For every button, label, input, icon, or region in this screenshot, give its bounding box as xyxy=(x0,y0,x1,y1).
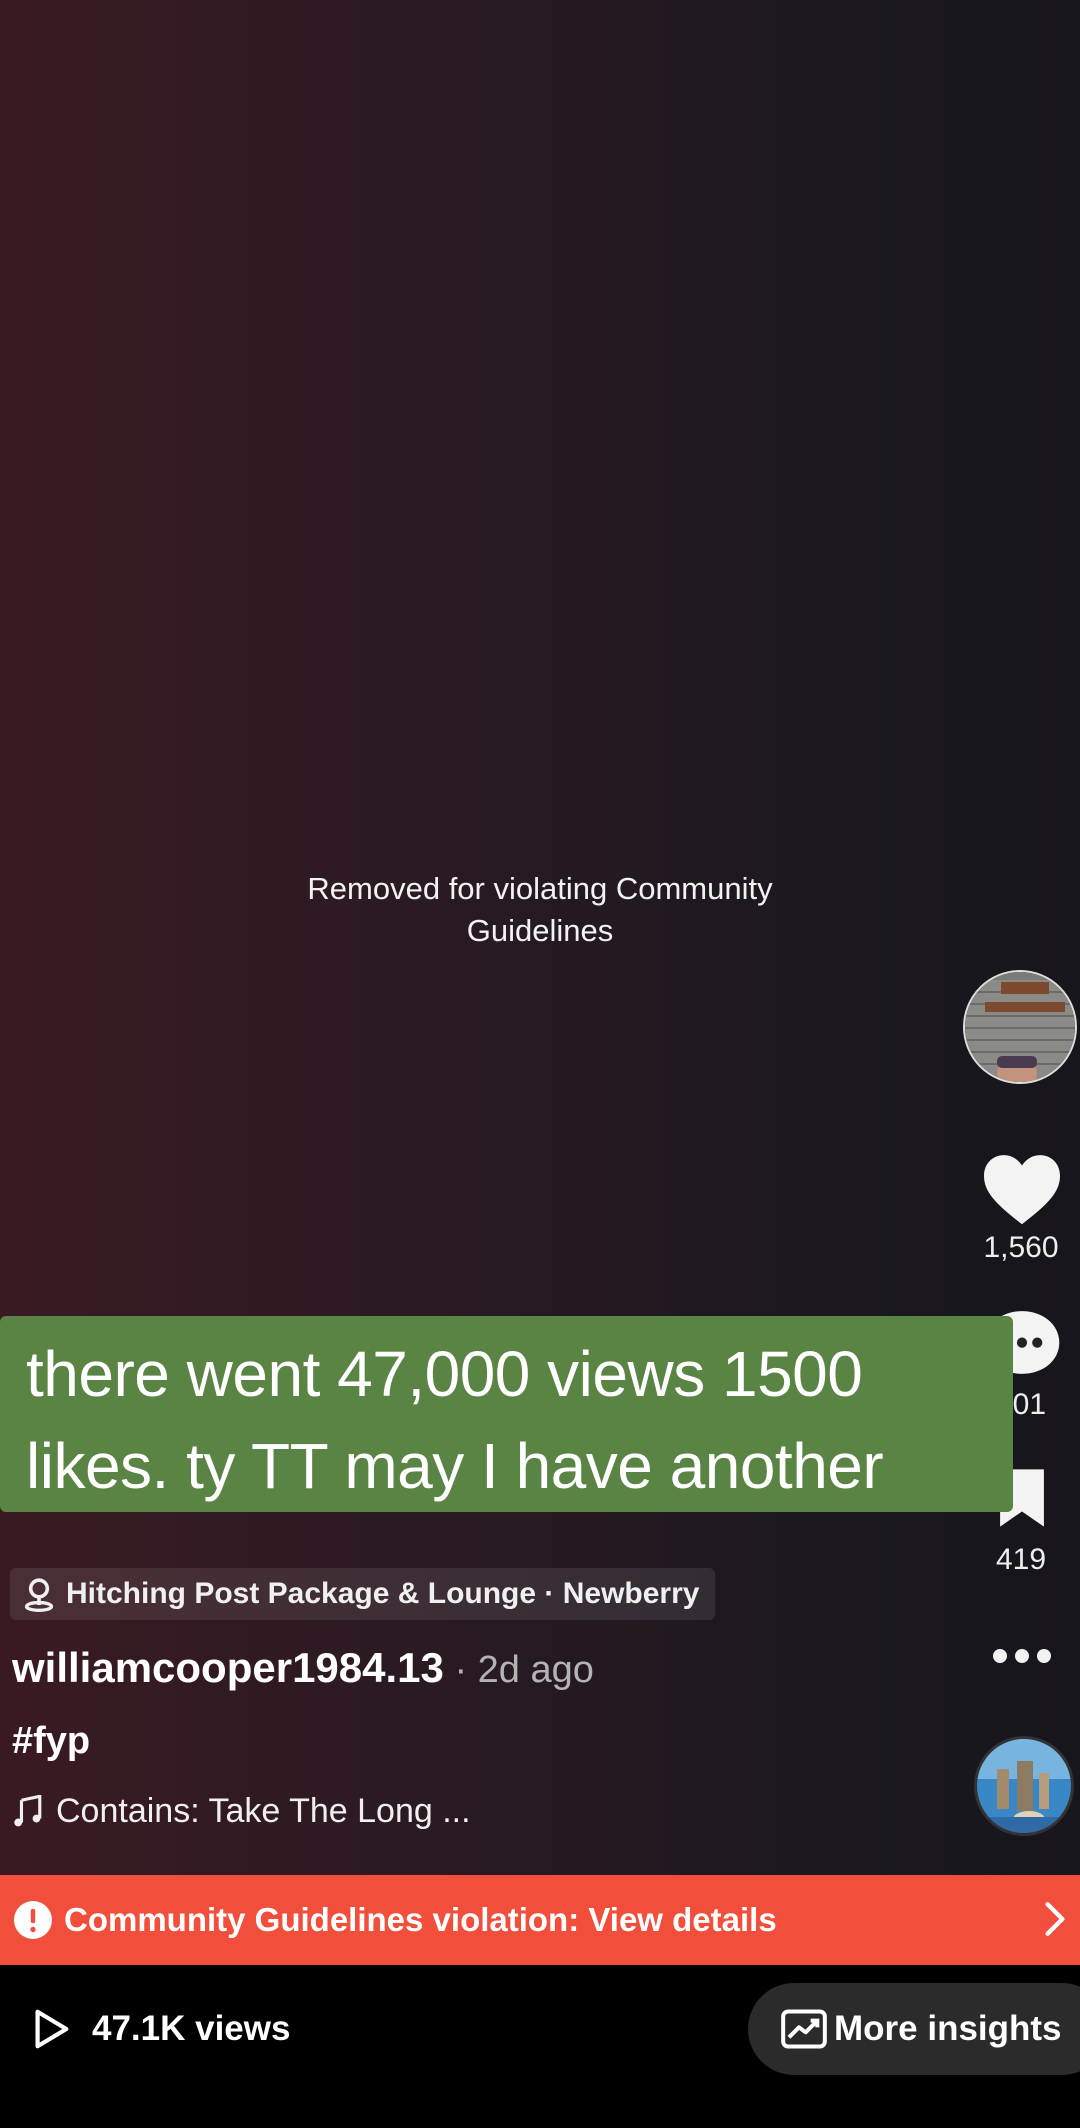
hashtag[interactable]: #fyp xyxy=(12,1720,90,1763)
music-label: Contains: Take The Long ... xyxy=(56,1792,471,1830)
like-button[interactable] xyxy=(980,1150,1064,1231)
chevron-right-icon xyxy=(1045,1902,1065,1936)
play-icon xyxy=(35,2009,69,2049)
like-count: 1,560 xyxy=(983,1231,1059,1264)
video-caption: there went 47,000 views 1500 likes. ty T… xyxy=(0,1316,1013,1512)
author-row[interactable]: williamcooper1984.13 · 2d ago xyxy=(12,1644,594,1692)
more-icon xyxy=(993,1649,1051,1663)
views-stat: 47.1K views xyxy=(28,2006,290,2052)
chart-icon xyxy=(781,2009,827,2049)
creator-avatar[interactable] xyxy=(963,970,1077,1084)
more-insights-label: More insights xyxy=(834,2009,1062,2048)
music-disc[interactable] xyxy=(974,1736,1074,1836)
caption-line-1: there went 47,000 views 1500 xyxy=(26,1338,863,1410)
violation-label: Community Guidelines violation: View det… xyxy=(64,1901,777,1938)
violation-banner[interactable]: Community Guidelines violation: View det… xyxy=(0,1875,1080,1965)
heart-icon xyxy=(984,1155,1060,1225)
location-tag[interactable]: Hitching Post Package & Lounge · Newberr… xyxy=(10,1568,716,1620)
more-insights-button[interactable]: More insights xyxy=(748,1983,1080,2075)
location-label: Hitching Post Package & Lounge · Newberr… xyxy=(66,1577,700,1610)
removed-notice: Removed for violating Community Guidelin… xyxy=(307,871,773,948)
more-button[interactable] xyxy=(990,1644,1054,1673)
caption-line-2: likes. ty TT may I have another xyxy=(26,1430,884,1502)
music-row[interactable]: Contains: Take The Long ... xyxy=(12,1792,471,1831)
save-count: 419 xyxy=(995,1543,1047,1576)
alert-icon xyxy=(14,1901,52,1939)
location-pin-icon xyxy=(24,1578,54,1612)
author-username[interactable]: williamcooper1984.13 xyxy=(12,1644,444,1691)
music-note-icon xyxy=(14,1794,42,1826)
views-count: 47.1K views xyxy=(92,2009,291,2048)
post-time: · 2d ago xyxy=(443,1649,594,1691)
